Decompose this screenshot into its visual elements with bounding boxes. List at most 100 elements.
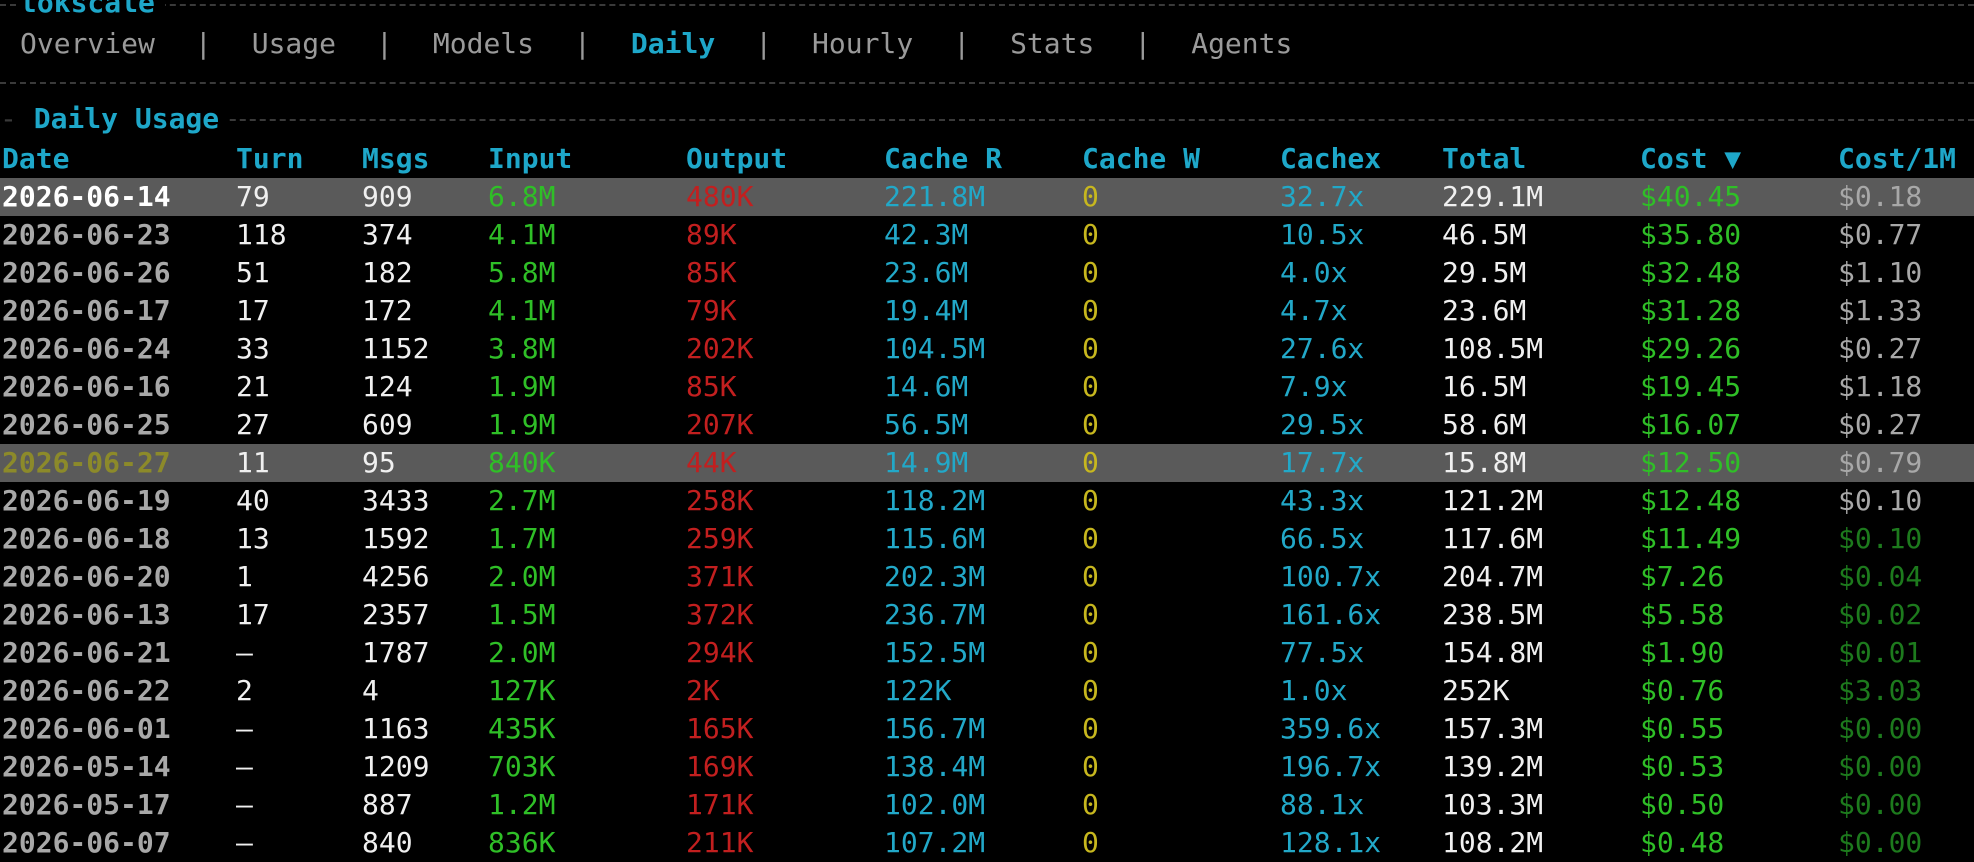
table-row[interactable]: 2026-06-13 17 2357 1.5M 372K 236.7M 0 161.6x 238… [0,596,1974,634]
tab-usage[interactable]: Usage [252,24,336,64]
table-row[interactable]: 2026-06-18 13 1592 1.7M 259K 115.6M 0 66.5x 117.… [0,520,1974,558]
cache-ratio-cell: 1.0x [1280,674,1348,707]
tab-hourly[interactable]: Hourly [812,24,913,64]
total-cell: 108.2M [1442,826,1544,859]
cost-cell: $19.45 [1640,370,1742,403]
cost-cell: $1.90 [1640,636,1725,669]
table-row[interactable]: 2026-06-23 118 374 4.1M 89K 42.3M 0 10.5x 46.5M $… [0,216,1974,254]
table-row[interactable]: 2026-06-26 51 182 5.8M 85K 23.6M 0 4.0x 29.5M $32… [0,254,1974,292]
table-row[interactable]: 2026-06-17 17 172 4.1M 79K 19.4M 0 4.7x 23.6M $31… [0,292,1974,330]
total-cell: 23.6M [1442,294,1527,327]
title-rule [0,4,1974,6]
msgs-cell: 2357 [362,598,430,631]
cache-read-cell: 138.4M [884,750,986,783]
input-cell: 840K [488,446,556,479]
msgs-cell: 3433 [362,484,430,517]
table-row[interactable]: 2026-05-14 – 1209 703K 169K 138.4M 0 196.7x 139.… [0,748,1974,786]
cost-per-1m-cell: $0.01 [1838,636,1923,669]
output-cell: 165K [686,712,754,745]
section-title-text: Daily Usage [33,102,220,135]
date-cell: 2026-06-19 [2,484,171,517]
column-header-cache-w[interactable]: Cache W [1082,140,1200,178]
cache-write-cell: 0 [1082,408,1099,441]
table-row[interactable]: 2026-06-01 – 1163 435K 165K 156.7M 0 359.6x 157.… [0,710,1974,748]
cache-read-cell: 42.3M [884,218,969,251]
table-row[interactable]: 2026-06-20 1 4256 2.0M 371K 202.3M 0 100.7x 204.… [0,558,1974,596]
column-header-date[interactable]: Date [2,140,69,178]
tab-models[interactable]: Models [433,24,534,64]
cache-write-cell: 0 [1082,294,1099,327]
cost-cell: $31.28 [1640,294,1742,327]
cache-read-cell: 104.5M [884,332,986,365]
tab-daily[interactable]: Daily [631,24,715,64]
total-cell: 103.3M [1442,788,1544,821]
tab-stats[interactable]: Stats [1010,24,1094,64]
cost-cell: $5.58 [1640,598,1725,631]
output-cell: 207K [686,408,754,441]
input-cell: 4.1M [488,294,556,327]
date-cell: 2026-06-17 [2,294,171,327]
total-cell: 29.5M [1442,256,1527,289]
table-row[interactable]: 2026-06-24 33 1152 3.8M 202K 104.5M 0 27.6x 108.… [0,330,1974,368]
cache-read-cell: 122K [884,674,952,707]
date-cell: 2026-06-01 [2,712,171,745]
cache-read-cell: 107.2M [884,826,986,859]
column-header-cachex[interactable]: Cachex [1280,140,1381,178]
date-cell: 2026-06-13 [2,598,171,631]
output-cell: 85K [686,370,737,403]
cache-write-cell: 0 [1082,636,1099,669]
tab-overview[interactable]: Overview [20,24,155,64]
table-row[interactable]: 2026-06-22 2 4 127K 2K 122K 0 1.0x 252K $0.76 $3.0… [0,672,1974,710]
cache-read-cell: 14.9M [884,446,969,479]
cache-ratio-cell: 77.5x [1280,636,1365,669]
column-header-output[interactable]: Output [686,140,787,178]
cache-ratio-cell: 128.1x [1280,826,1382,859]
output-cell: 371K [686,560,754,593]
msgs-cell: 95 [362,446,396,479]
output-cell: 202K [686,332,754,365]
column-header-total[interactable]: Total [1442,140,1526,178]
table-row[interactable]: 2026-05-17 – 887 1.2M 171K 102.0M 0 88.1x 103.3M… [0,786,1974,824]
column-header-cost-per-1m[interactable]: Cost/1M [1838,140,1956,178]
section-title-lead: - [0,102,17,135]
column-header-input[interactable]: Input [488,140,572,178]
column-header-msgs[interactable]: Msgs [362,140,429,178]
table-row[interactable]: 2026-06-14 79 909 6.8M 480K 221.8M 0 32.7x 229.1… [0,178,1974,216]
cost-per-1m-cell: $1.10 [1838,256,1923,289]
table-header-row: Date Turn Msgs Input Output Cache R Cache W Cac… [0,140,1974,178]
tab-agents[interactable]: Agents [1191,24,1292,64]
cache-read-cell: 236.7M [884,598,986,631]
tab-separator: | [953,27,971,60]
input-cell: 127K [488,674,556,707]
table-row[interactable]: 2026-06-16 21 124 1.9M 85K 14.6M 0 7.9x 16.5M $19… [0,368,1974,406]
cache-read-cell: 19.4M [884,294,969,327]
column-header-turn[interactable]: Turn [236,140,303,178]
input-cell: 703K [488,750,556,783]
column-header-cost[interactable]: Cost ▼ [1640,140,1741,178]
date-cell: 2026-06-24 [2,332,171,365]
output-cell: 372K [686,598,754,631]
cost-cell: $12.48 [1640,484,1742,517]
cost-per-1m-cell: $0.00 [1838,750,1923,783]
section-title: - Daily Usage [0,100,230,138]
cost-cell: $0.53 [1640,750,1725,783]
turn-cell: 1 [236,560,253,593]
column-header-cache-r[interactable]: Cache R [884,140,1002,178]
input-cell: 2.7M [488,484,556,517]
total-cell: 229.1M [1442,180,1544,213]
turn-cell: 33 [236,332,270,365]
cache-ratio-cell: 359.6x [1280,712,1382,745]
table-row[interactable]: 2026-06-07 – 840 836K 211K 107.2M 0 128.1x 108.2… [0,824,1974,862]
table-row[interactable]: 2026-06-21 – 1787 2.0M 294K 152.5M 0 77.5x 154.8… [0,634,1974,672]
table-row[interactable]: 2026-06-19 40 3433 2.7M 258K 118.2M 0 43.3x 121.… [0,482,1974,520]
cache-read-cell: 102.0M [884,788,986,821]
total-cell: 16.5M [1442,370,1527,403]
date-cell: 2026-06-18 [2,522,171,555]
total-cell: 46.5M [1442,218,1527,251]
table-row[interactable]: 2026-06-27 11 95 840K 44K 14.9M 0 17.7x 15.8M $12… [0,444,1974,482]
cache-write-cell: 0 [1082,484,1099,517]
input-cell: 1.7M [488,522,556,555]
cost-cell: $32.48 [1640,256,1742,289]
turn-cell: – [236,826,253,859]
table-row[interactable]: 2026-06-25 27 609 1.9M 207K 56.5M 0 29.5x 58.6M $… [0,406,1974,444]
